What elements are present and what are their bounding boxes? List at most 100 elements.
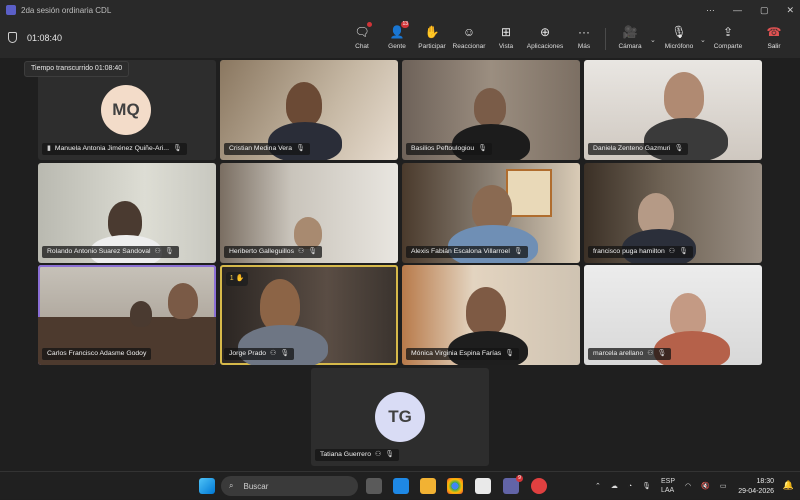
participant-tile[interactable]: Carlos Francisco Adasme Godoy: [38, 265, 216, 365]
meeting-timer[interactable]: 01:08:40: [8, 32, 62, 43]
camera-options-chevron-icon[interactable]: ⌄: [650, 36, 656, 44]
title-bar: 2da sesión ordinaria CDL ··· — ▢ ✕: [0, 0, 800, 20]
participant-tile[interactable]: Cristian Medina Vera 🎙: [220, 60, 398, 160]
mic-off-icon: 🎙: [172, 145, 182, 152]
mic-off-icon: 🎙: [296, 145, 305, 152]
language-indicator[interactable]: ESP LAA: [661, 477, 675, 495]
avatar: TG: [375, 392, 425, 442]
mic-off-icon: 🎙: [478, 145, 487, 152]
teams-badge: 9: [516, 475, 523, 482]
share-icon: ⇪: [722, 25, 734, 39]
more-options-icon[interactable]: ···: [706, 5, 715, 15]
more-button[interactable]: ··· Más: [564, 24, 604, 56]
participant-tile[interactable]: Mónica Virginia Espina Farías 🎙: [402, 265, 580, 365]
volume-mute-icon[interactable]: 🔇: [701, 482, 710, 490]
participant-name-tag: Cristian Medina Vera 🎙: [224, 143, 310, 155]
participant-video: [286, 82, 322, 126]
hang-up-icon: ☎: [766, 25, 782, 39]
participant-tile[interactable]: Heriberto Galleguillos ⚇ 🎙: [220, 163, 398, 263]
system-tray: ⌃ ☁ ◔ 🎙 ESP LAA ◠ 🔇 ▭: [595, 472, 726, 500]
mic-off-icon: 🎙: [308, 248, 318, 255]
more-info-icon: ⚇: [668, 248, 676, 255]
participant-tile[interactable]: 1 ✋ Jorge Prado ⚇ 🎙: [220, 265, 398, 365]
mic-off-icon: 🎙: [513, 248, 523, 255]
ellipsis-icon: ···: [578, 25, 590, 39]
window-title: 2da sesión ordinaria CDL: [21, 5, 112, 15]
participant-video: [260, 279, 300, 331]
view-button[interactable]: ⊞ Vista: [486, 24, 526, 56]
participant-name-tag: Alexis Fabián Escalona Villarroel 🎙: [406, 246, 528, 258]
teams-icon[interactable]: 9: [503, 475, 523, 494]
close-icon[interactable]: ✕: [786, 5, 794, 16]
participant-tile[interactable]: TG Tatiana Guerrero ⚇ 🎙: [311, 368, 489, 466]
leave-button[interactable]: ☎ Salir: [754, 24, 794, 56]
share-button[interactable]: ⇪ Comparte: [708, 24, 748, 56]
participant-tile[interactable]: Rolando Antonio Suarez Sandoval ⚇ 🎙: [38, 163, 216, 263]
teams-icon: [6, 5, 16, 15]
wall-painting: [506, 169, 552, 217]
participant-tile[interactable]: Daniela Zenteno Gazmuri 🎙: [584, 60, 762, 160]
taskbar-search[interactable]: ⌕ Buscar: [221, 476, 358, 496]
plus-icon: ⊕: [539, 25, 551, 39]
participant-name-tag: Tatiana Guerrero ⚇ 🎙: [315, 449, 400, 461]
toolbar-divider: [605, 28, 606, 50]
battery-icon[interactable]: ▭: [720, 482, 727, 490]
participant-name-tag: francisco puga hamilton ⚇ 🎙: [588, 246, 693, 258]
mic-off-icon: 🎙: [385, 451, 395, 458]
app-icon[interactable]: [531, 478, 547, 494]
participant-tile[interactable]: Alexis Fabián Escalona Villarroel 🎙: [402, 163, 580, 263]
chrome-icon[interactable]: [447, 478, 463, 494]
wifi-icon[interactable]: ◠: [685, 482, 691, 490]
camera-button[interactable]: 🎥 Cámara: [610, 24, 650, 56]
mic-off-icon[interactable]: 🎙: [642, 482, 651, 490]
react-button[interactable]: ☺ Reaccionar: [449, 24, 489, 56]
mic-off-icon: 🎙: [679, 248, 688, 255]
notification-bell-icon[interactable]: 🔔: [783, 480, 794, 491]
participant-name-tag: Daniela Zenteno Gazmuri 🎙: [588, 143, 689, 155]
maximize-icon[interactable]: ▢: [760, 5, 769, 16]
avatar: MQ: [101, 85, 151, 135]
chat-button[interactable]: 🗨 Chat: [342, 22, 382, 56]
task-view-icon[interactable]: [366, 478, 382, 494]
mic-button[interactable]: 🎙 Micrófono: [659, 24, 699, 56]
search-icon: ⌕: [229, 481, 234, 490]
participant-name-tag: Heriberto Galleguillos ⚇ 🎙: [224, 246, 323, 258]
windows-start-icon[interactable]: [199, 478, 215, 494]
meeting-toolbar: 01:08:40 🗨 Chat 👤 13 Gente ✋ Participar ☺…: [0, 20, 800, 58]
mic-off-icon: 🎙: [164, 248, 174, 255]
more-info-icon: ⚇: [297, 248, 305, 255]
elapsed-time-tooltip: Tiempo transcurrido 01:08:40: [24, 61, 130, 77]
elapsed-time: 01:08:40: [27, 32, 63, 43]
participant-name-tag: ▮ Manuela Antonia Jiménez Quiñe-Ari... 🎙: [42, 143, 187, 155]
snipping-tool-icon[interactable]: [475, 478, 491, 494]
raise-hand-button[interactable]: ✋ Participar: [412, 24, 452, 56]
smiley-icon: ☺: [462, 25, 476, 39]
participant-name-tag: Jorge Prado ⚇ 🎙: [224, 348, 295, 360]
people-count-badge: 13: [401, 21, 409, 28]
chevron-up-icon[interactable]: ⌃: [595, 482, 601, 490]
more-info-icon: ⚇: [375, 451, 382, 458]
more-info-icon: ⚇: [270, 350, 277, 357]
onedrive-icon[interactable]: ☁: [611, 482, 618, 490]
shield-icon: [8, 32, 17, 43]
mic-off-icon: 🎙: [674, 145, 684, 152]
file-explorer-icon[interactable]: [420, 478, 436, 494]
mic-options-chevron-icon[interactable]: ⌄: [700, 36, 706, 44]
participant-video: [130, 301, 152, 327]
participant-video: [664, 72, 704, 120]
window-controls: ··· — ▢ ✕: [706, 0, 794, 20]
grid-view-icon: ⊞: [500, 25, 512, 39]
participant-tile[interactable]: francisco puga hamilton ⚇ 🎙: [584, 163, 762, 263]
mic-off-icon: 🎙: [280, 350, 290, 357]
app-tray-icon[interactable]: ◔: [628, 483, 632, 490]
minimize-icon[interactable]: —: [733, 5, 742, 15]
apps-button[interactable]: ⊕ Aplicaciones: [525, 24, 565, 56]
outlook-icon[interactable]: [393, 478, 409, 494]
participant-name-tag: Carlos Francisco Adasme Godoy: [42, 348, 152, 360]
participant-tile[interactable]: Basilios Peftoulogiou 🎙: [402, 60, 580, 160]
participant-name-tag: marcela arellano ⚇ 🎙: [588, 348, 672, 360]
raised-hand-indicator: 1 ✋: [226, 272, 248, 286]
participant-tile[interactable]: marcela arellano ⚇ 🎙: [584, 265, 762, 365]
people-button[interactable]: 👤 13 Gente: [377, 21, 417, 56]
clock[interactable]: 18:30 29-04-2026: [738, 477, 774, 497]
